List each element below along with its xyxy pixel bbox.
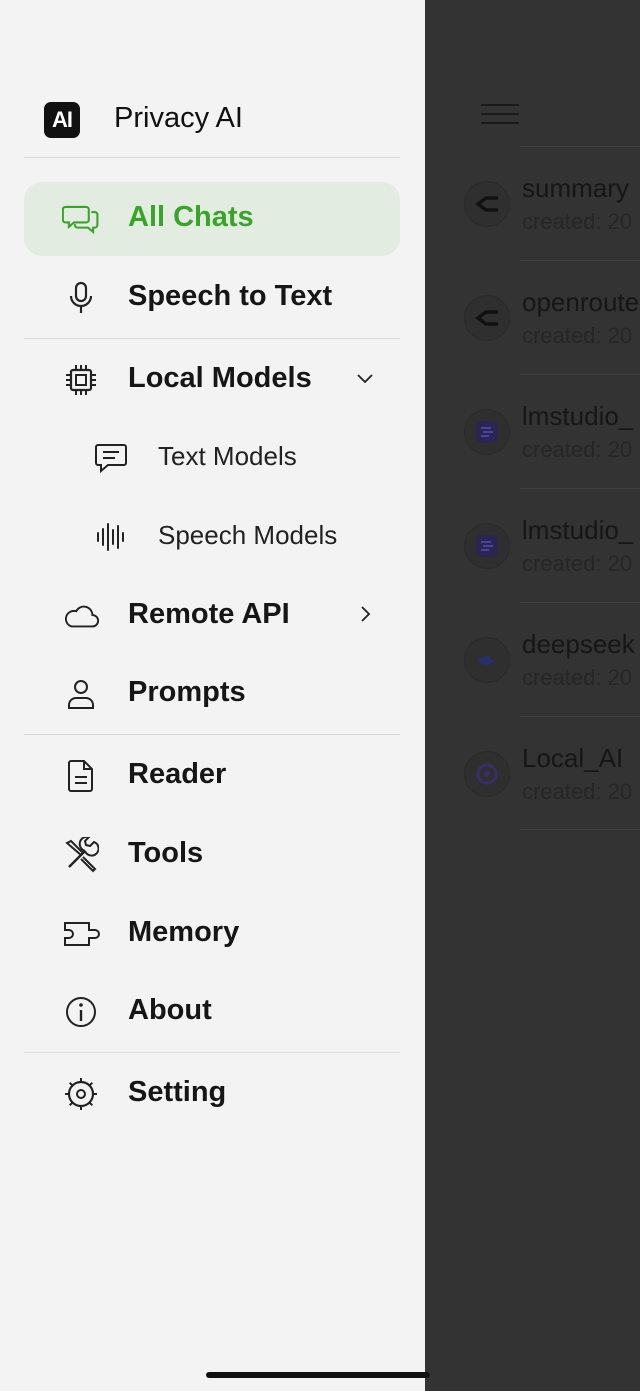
nav-label: Remote API xyxy=(128,598,290,630)
chat-title: deepseek xyxy=(522,629,635,659)
chat-created: created: 20 xyxy=(522,551,633,576)
nav-label: Speech Models xyxy=(158,520,338,550)
chat-row[interactable]: openroute created: 20 xyxy=(464,260,640,374)
nav-label: Speech to Text xyxy=(128,280,333,312)
nav-label: All Chats xyxy=(128,201,254,233)
gear-icon xyxy=(62,1075,100,1113)
chat-bubbles-icon xyxy=(62,200,100,238)
lmstudio-icon xyxy=(464,409,510,455)
local-ai-icon xyxy=(464,751,510,797)
deepseek-icon xyxy=(464,637,510,683)
waveform-icon xyxy=(92,518,130,556)
tools-icon xyxy=(62,836,100,874)
home-indicator[interactable] xyxy=(206,1372,430,1378)
info-icon xyxy=(62,993,100,1031)
nav-item-remote-api[interactable]: Remote API xyxy=(24,579,400,653)
nav-item-setting[interactable]: Setting xyxy=(24,1057,400,1131)
chat-created: created: 20 xyxy=(522,665,633,690)
chat-title: lmstudio_ xyxy=(522,515,634,545)
app-brand: AI Privacy AI xyxy=(44,100,243,140)
chat-row[interactable]: summary created: 20 xyxy=(464,146,640,260)
nav-label: Text Models xyxy=(158,441,297,471)
divider xyxy=(24,338,400,339)
app-logo: AI xyxy=(44,102,80,138)
chat-row[interactable]: Local_AI created: 20 xyxy=(464,716,640,830)
lmstudio-icon xyxy=(464,523,510,569)
nav-item-memory[interactable]: Memory xyxy=(24,897,400,971)
message-square-icon xyxy=(92,439,130,477)
openrouter-icon xyxy=(464,295,510,341)
nav-label: Reader xyxy=(128,758,227,790)
chevron-right-icon[interactable] xyxy=(354,603,376,625)
nav-label: Setting xyxy=(128,1076,227,1108)
document-icon xyxy=(62,757,100,795)
nav-item-all-chats[interactable]: All Chats xyxy=(24,182,400,256)
user-icon xyxy=(62,675,100,713)
divider xyxy=(24,734,400,735)
chevron-down-icon[interactable] xyxy=(354,367,376,389)
chat-title: lmstudio_ xyxy=(522,401,634,431)
nav-label: Prompts xyxy=(128,676,246,708)
cpu-chip-icon xyxy=(62,361,100,399)
chat-created: created: 20 xyxy=(522,323,633,348)
nav-label: About xyxy=(128,994,212,1026)
chat-title: summary xyxy=(522,173,629,203)
chat-row[interactable]: deepseek created: 20 xyxy=(464,602,640,716)
microphone-icon xyxy=(62,279,100,317)
nav-subitem-speech-models[interactable]: Speech Models xyxy=(24,500,400,574)
nav-item-reader[interactable]: Reader xyxy=(24,739,400,813)
nav-subitem-text-models[interactable]: Text Models xyxy=(24,421,400,495)
chat-title: openroute xyxy=(522,287,640,317)
navigation-drawer: AI Privacy AI All Chats Speech to Text L… xyxy=(0,0,425,1391)
nav-item-speech-to-text[interactable]: Speech to Text xyxy=(24,261,400,335)
divider xyxy=(24,157,400,158)
chat-row[interactable]: lmstudio_ created: 20 xyxy=(464,488,640,602)
nav-label: Local Models xyxy=(128,362,312,394)
cloud-icon xyxy=(62,597,100,635)
chat-row[interactable]: lmstudio_ created: 20 xyxy=(464,374,640,488)
chat-created: created: 20 xyxy=(522,437,633,462)
chat-title: Local_AI xyxy=(522,743,624,773)
chat-created: created: 20 xyxy=(522,209,633,234)
memory-icon xyxy=(62,915,100,953)
chat-created: created: 20 xyxy=(522,779,633,804)
openrouter-icon xyxy=(464,181,510,227)
nav-item-about[interactable]: About xyxy=(24,975,400,1049)
nav-item-tools[interactable]: Tools xyxy=(24,818,400,892)
hamburger-menu-icon[interactable] xyxy=(478,100,522,128)
nav-item-prompts[interactable]: Prompts xyxy=(24,657,400,731)
divider xyxy=(24,1052,400,1053)
nav-item-local-models[interactable]: Local Models xyxy=(24,343,400,417)
nav-label: Tools xyxy=(128,837,204,869)
nav-label: Memory xyxy=(128,916,240,948)
app-name: Privacy AI xyxy=(114,102,243,134)
